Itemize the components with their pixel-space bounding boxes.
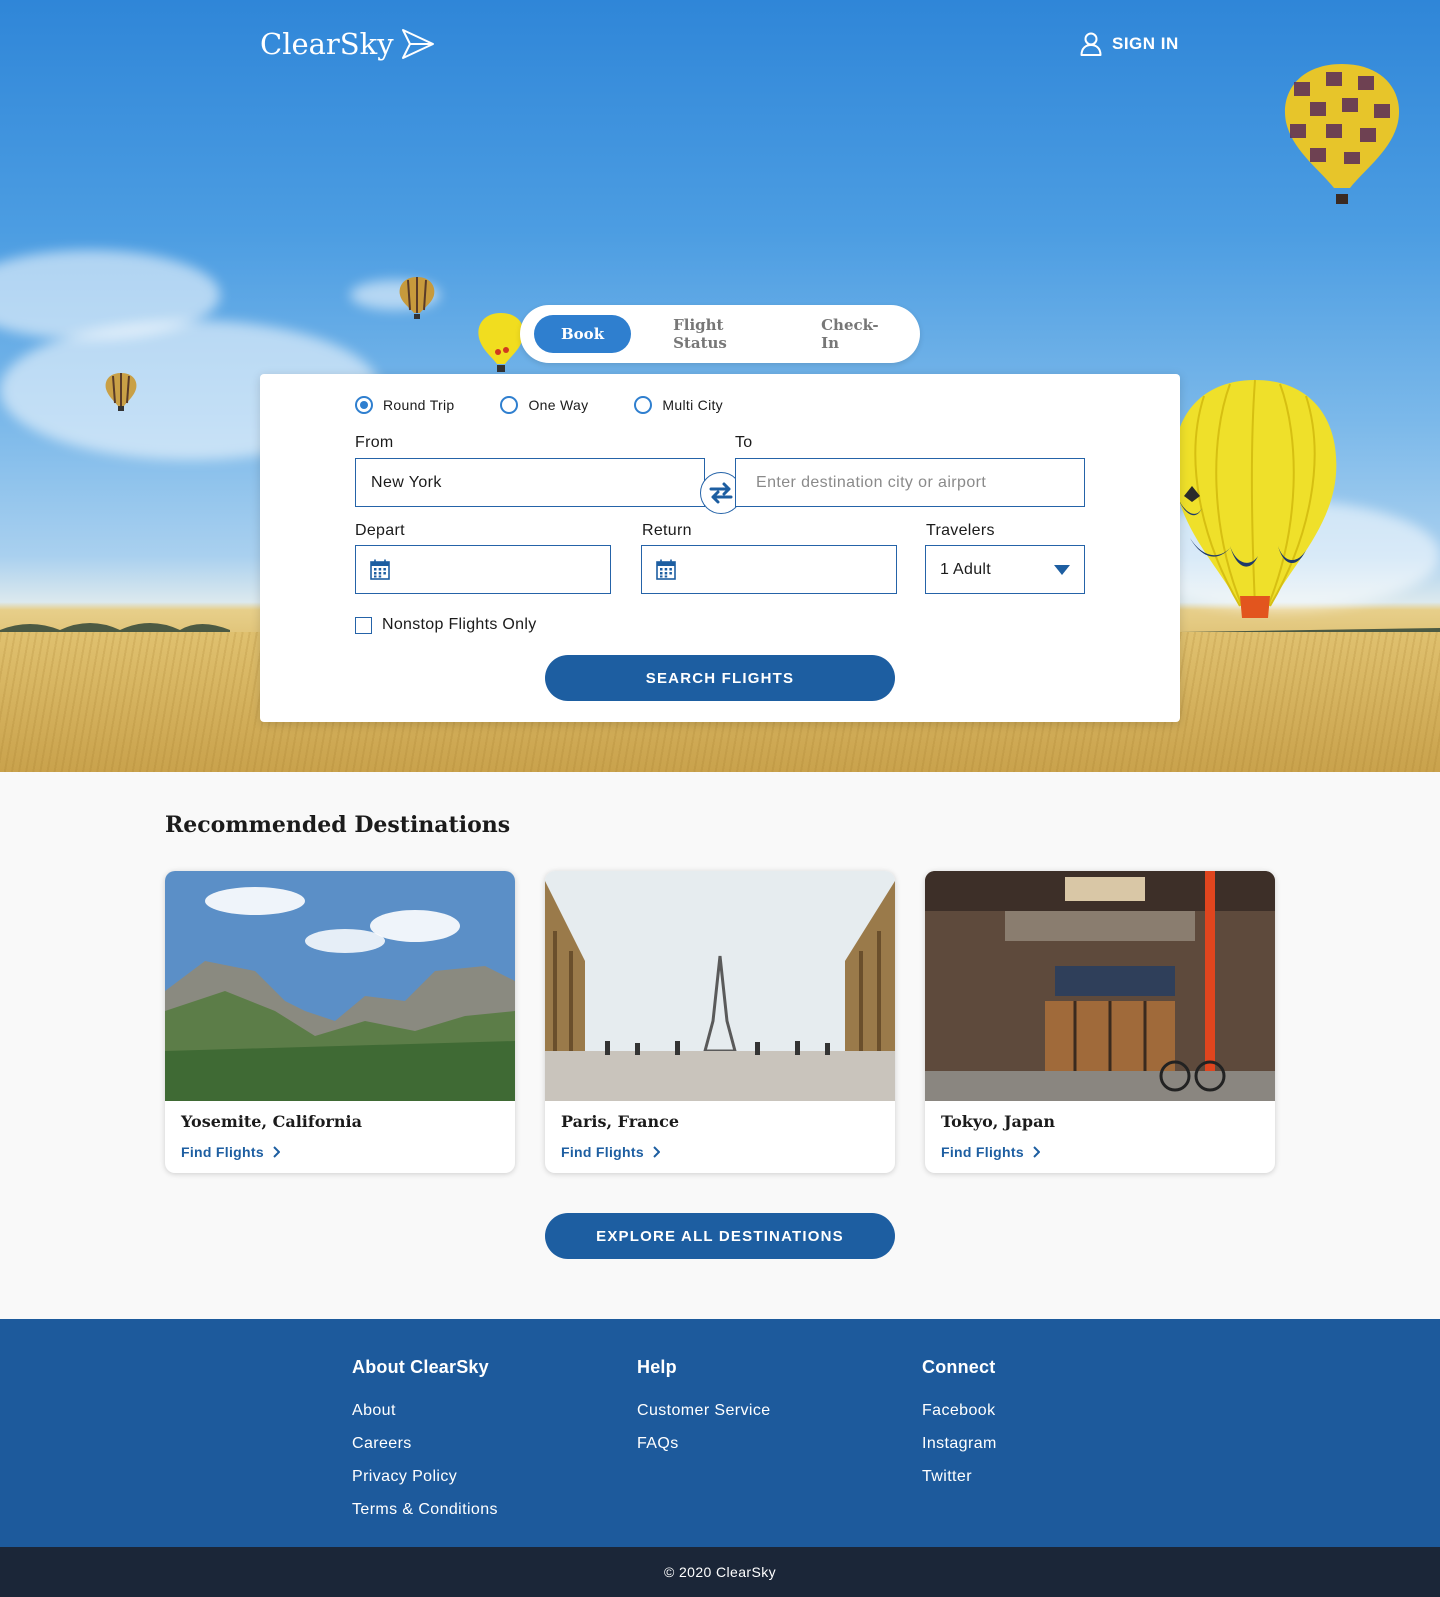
hot-air-balloon-image xyxy=(105,373,137,411)
radio-selected-icon xyxy=(355,396,373,414)
paper-plane-icon xyxy=(401,29,434,59)
nonstop-checkbox[interactable]: Nonstop Flights Only xyxy=(355,616,537,634)
explore-all-destinations-button[interactable]: EXPLORE ALL DESTINATIONS xyxy=(545,1213,895,1259)
destination-name: Paris, France xyxy=(561,1112,680,1131)
destination-card-yosemite[interactable]: Yosemite, California Find Flights xyxy=(165,871,515,1173)
from-label: From xyxy=(355,434,394,451)
sign-in-label: SIGN IN xyxy=(1112,34,1179,53)
calendar-icon xyxy=(370,559,390,580)
swap-arrows-icon xyxy=(709,482,733,504)
to-input[interactable] xyxy=(735,458,1085,507)
travelers-value: 1 Adult xyxy=(940,560,992,578)
to-label: To xyxy=(735,434,753,451)
tab-book[interactable]: Book xyxy=(534,315,632,353)
logo[interactable]: ClearSky xyxy=(260,26,436,62)
radio-empty-icon xyxy=(500,396,519,414)
trip-type-group: Round Trip One Way Multi City xyxy=(355,396,723,414)
footer-link-customer-service[interactable]: Customer Service xyxy=(637,1402,771,1420)
travelers-label: Travelers xyxy=(926,522,995,539)
from-input[interactable] xyxy=(355,458,705,507)
footer-link-instagram[interactable]: Instagram xyxy=(922,1435,997,1453)
travelers-select[interactable]: 1 Adult xyxy=(925,545,1085,594)
find-flights-link[interactable]: Find Flights xyxy=(561,1144,660,1160)
hot-air-balloon-image xyxy=(1173,379,1337,618)
chevron-right-icon xyxy=(273,1146,280,1158)
footer-link-facebook[interactable]: Facebook xyxy=(922,1402,997,1420)
find-flights-label: Find Flights xyxy=(941,1144,1024,1160)
footer-column-connect: Connect Facebook Instagram Twitter xyxy=(922,1357,997,1501)
nonstop-label: Nonstop Flights Only xyxy=(382,616,537,633)
footer-heading: About ClearSky xyxy=(352,1357,489,1377)
footer-link-careers[interactable]: Careers xyxy=(352,1435,498,1453)
radio-round-trip[interactable]: Round Trip xyxy=(355,396,454,414)
yosemite-image xyxy=(165,871,515,1101)
flight-search-form: Round Trip One Way Multi City From To De… xyxy=(260,374,1180,722)
chevron-right-icon xyxy=(653,1146,660,1158)
booking-tabs: Book Flight Status Check-In xyxy=(520,305,920,363)
find-flights-link[interactable]: Find Flights xyxy=(941,1144,1040,1160)
copyright-text: © 2020 ClearSky xyxy=(663,1564,777,1580)
footer: About ClearSky About Careers Privacy Pol… xyxy=(0,1319,1440,1547)
chevron-right-icon xyxy=(1033,1146,1040,1158)
destination-name: Yosemite, California xyxy=(181,1112,362,1131)
destination-card-tokyo[interactable]: Tokyo, Japan Find Flights xyxy=(925,871,1275,1173)
footer-column-about: About ClearSky About Careers Privacy Pol… xyxy=(352,1357,498,1534)
search-flights-button[interactable]: SEARCH FLIGHTS xyxy=(545,655,895,701)
footer-link-terms[interactable]: Terms & Conditions xyxy=(352,1501,498,1519)
tab-flight-status[interactable]: Flight Status xyxy=(653,306,787,362)
destination-name: Tokyo, Japan xyxy=(941,1112,1056,1131)
destination-card-paris[interactable]: Paris, France Find Flights xyxy=(545,871,895,1173)
return-date-input[interactable] xyxy=(641,545,897,594)
depart-date-input[interactable] xyxy=(355,545,611,594)
logo-text: ClearSky xyxy=(260,27,394,61)
footer-heading: Help xyxy=(637,1357,677,1377)
radio-one-way[interactable]: One Way xyxy=(500,396,588,414)
depart-label: Depart xyxy=(355,522,405,539)
radio-label: Multi City xyxy=(662,397,723,413)
radio-label: One Way xyxy=(528,397,589,413)
user-icon xyxy=(1080,32,1102,56)
radio-empty-icon xyxy=(634,396,653,414)
hot-air-balloon-image xyxy=(399,277,435,319)
radio-label: Round Trip xyxy=(383,397,455,413)
radio-multi-city[interactable]: Multi City xyxy=(634,396,723,414)
footer-link-twitter[interactable]: Twitter xyxy=(922,1468,997,1486)
find-flights-link[interactable]: Find Flights xyxy=(181,1144,280,1160)
find-flights-label: Find Flights xyxy=(561,1144,644,1160)
find-flights-label: Find Flights xyxy=(181,1144,264,1160)
footer-column-help: Help Customer Service FAQs xyxy=(637,1357,771,1468)
footer-heading: Connect xyxy=(922,1357,996,1377)
footer-link-faqs[interactable]: FAQs xyxy=(637,1435,771,1453)
section-title: Recommended Destinations xyxy=(165,812,511,838)
hero-banner: ClearSky SIGN IN Book Flight Status Chec… xyxy=(0,0,1440,772)
checkbox-icon xyxy=(355,616,372,634)
hot-air-balloon-image xyxy=(478,313,524,372)
tokyo-image xyxy=(925,871,1275,1101)
return-label: Return xyxy=(642,522,692,539)
dropdown-arrow-icon xyxy=(1054,564,1070,575)
footer-link-privacy-policy[interactable]: Privacy Policy xyxy=(352,1468,498,1486)
hot-air-balloon-image xyxy=(1284,64,1400,204)
calendar-icon xyxy=(656,559,676,580)
tab-check-in[interactable]: Check-In xyxy=(801,306,906,362)
copyright-bar: © 2020 ClearSky xyxy=(0,1547,1440,1597)
footer-link-about[interactable]: About xyxy=(352,1402,498,1420)
sign-in-button[interactable]: SIGN IN xyxy=(1080,32,1179,56)
paris-image xyxy=(545,871,895,1101)
